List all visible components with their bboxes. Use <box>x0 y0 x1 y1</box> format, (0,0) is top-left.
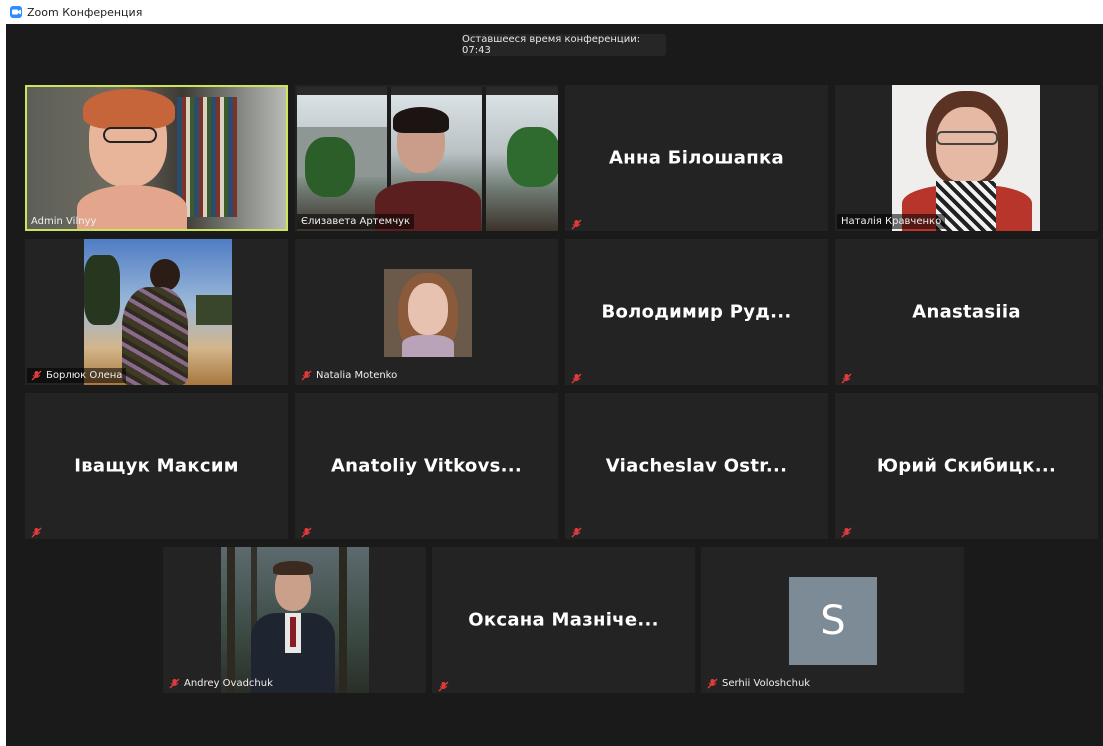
participant-avatar: S <box>789 577 877 665</box>
participant-tile[interactable]: Anatoliy Vitkovs... <box>295 393 558 539</box>
participant-tile[interactable]: S Serhii Voloshchuk <box>701 547 964 693</box>
participant-tile[interactable]: Наталія Кравченко <box>835 85 1098 231</box>
participant-name: Юрий Скибицк... <box>876 455 1057 477</box>
participant-tile[interactable]: Єлизавета Артемчук <box>295 85 558 231</box>
participant-name: Володимир Руд... <box>601 301 792 323</box>
remaining-time-badge: Оставшееся время конференции: 07:43 <box>462 34 666 56</box>
window-title: Zoom Конференция <box>27 5 143 19</box>
participant-tile[interactable]: Оксана Мазніче... <box>432 547 695 693</box>
participant-tile[interactable]: Admin Vilnyy <box>25 85 288 231</box>
participant-name-label: Наталія Кравченко <box>837 214 946 229</box>
participant-video <box>384 269 472 357</box>
microphone-muted-icon <box>31 370 42 381</box>
participant-video <box>27 87 286 229</box>
participant-name: Оксана Мазніче... <box>468 609 659 631</box>
participant-tile[interactable]: Anastasiia <box>835 239 1098 385</box>
participant-tile[interactable]: Natalia Motenko <box>295 239 558 385</box>
participant-tile[interactable]: Володимир Руд... <box>565 239 828 385</box>
microphone-muted-icon <box>301 523 312 538</box>
meeting-gallery: Оставшееся время конференции: 07:43 Admi… <box>6 24 1103 746</box>
microphone-muted-icon <box>571 523 582 538</box>
participant-video <box>221 547 369 693</box>
participant-name-label: Serhii Voloshchuk <box>703 676 814 691</box>
participant-tile[interactable]: Борлюк Олена <box>25 239 288 385</box>
participant-video <box>892 85 1040 231</box>
participant-tile[interactable]: Andrey Ovadchuk <box>163 547 426 693</box>
participant-name-label: Admin Vilnyy <box>31 216 97 227</box>
participant-video <box>84 239 232 385</box>
participant-name-label: Борлюк Олена <box>27 368 127 383</box>
participant-name-label: Єлизавета Артемчук <box>297 214 415 229</box>
participant-tile[interactable]: Анна Білошапка <box>565 85 828 231</box>
participant-name-label: Andrey Ovadchuk <box>165 676 277 691</box>
microphone-muted-icon <box>169 678 180 689</box>
microphone-muted-icon <box>301 370 312 381</box>
participant-tile[interactable]: Viacheslav Ostr... <box>565 393 828 539</box>
participant-name-label: Natalia Motenko <box>297 368 401 383</box>
title-bar: Zoom Конференция <box>0 0 1103 24</box>
microphone-muted-icon <box>571 369 582 384</box>
microphone-muted-icon <box>841 369 852 384</box>
microphone-muted-icon <box>841 523 852 538</box>
microphone-muted-icon <box>707 678 718 689</box>
microphone-muted-icon <box>31 523 42 538</box>
participant-name: Anastasiia <box>912 301 1021 323</box>
zoom-camera-icon <box>10 6 22 18</box>
participant-name: Анна Білошапка <box>609 147 784 169</box>
participant-name: Anatoliy Vitkovs... <box>330 455 523 477</box>
participant-name: Іващук Максим <box>74 455 239 477</box>
participant-video <box>297 87 558 231</box>
participant-name: Viacheslav Ostr... <box>605 455 788 477</box>
microphone-muted-icon <box>571 215 582 230</box>
participant-tile[interactable]: Іващук Максим <box>25 393 288 539</box>
microphone-muted-icon <box>438 677 449 692</box>
participant-tile[interactable]: Юрий Скибицк... <box>835 393 1098 539</box>
